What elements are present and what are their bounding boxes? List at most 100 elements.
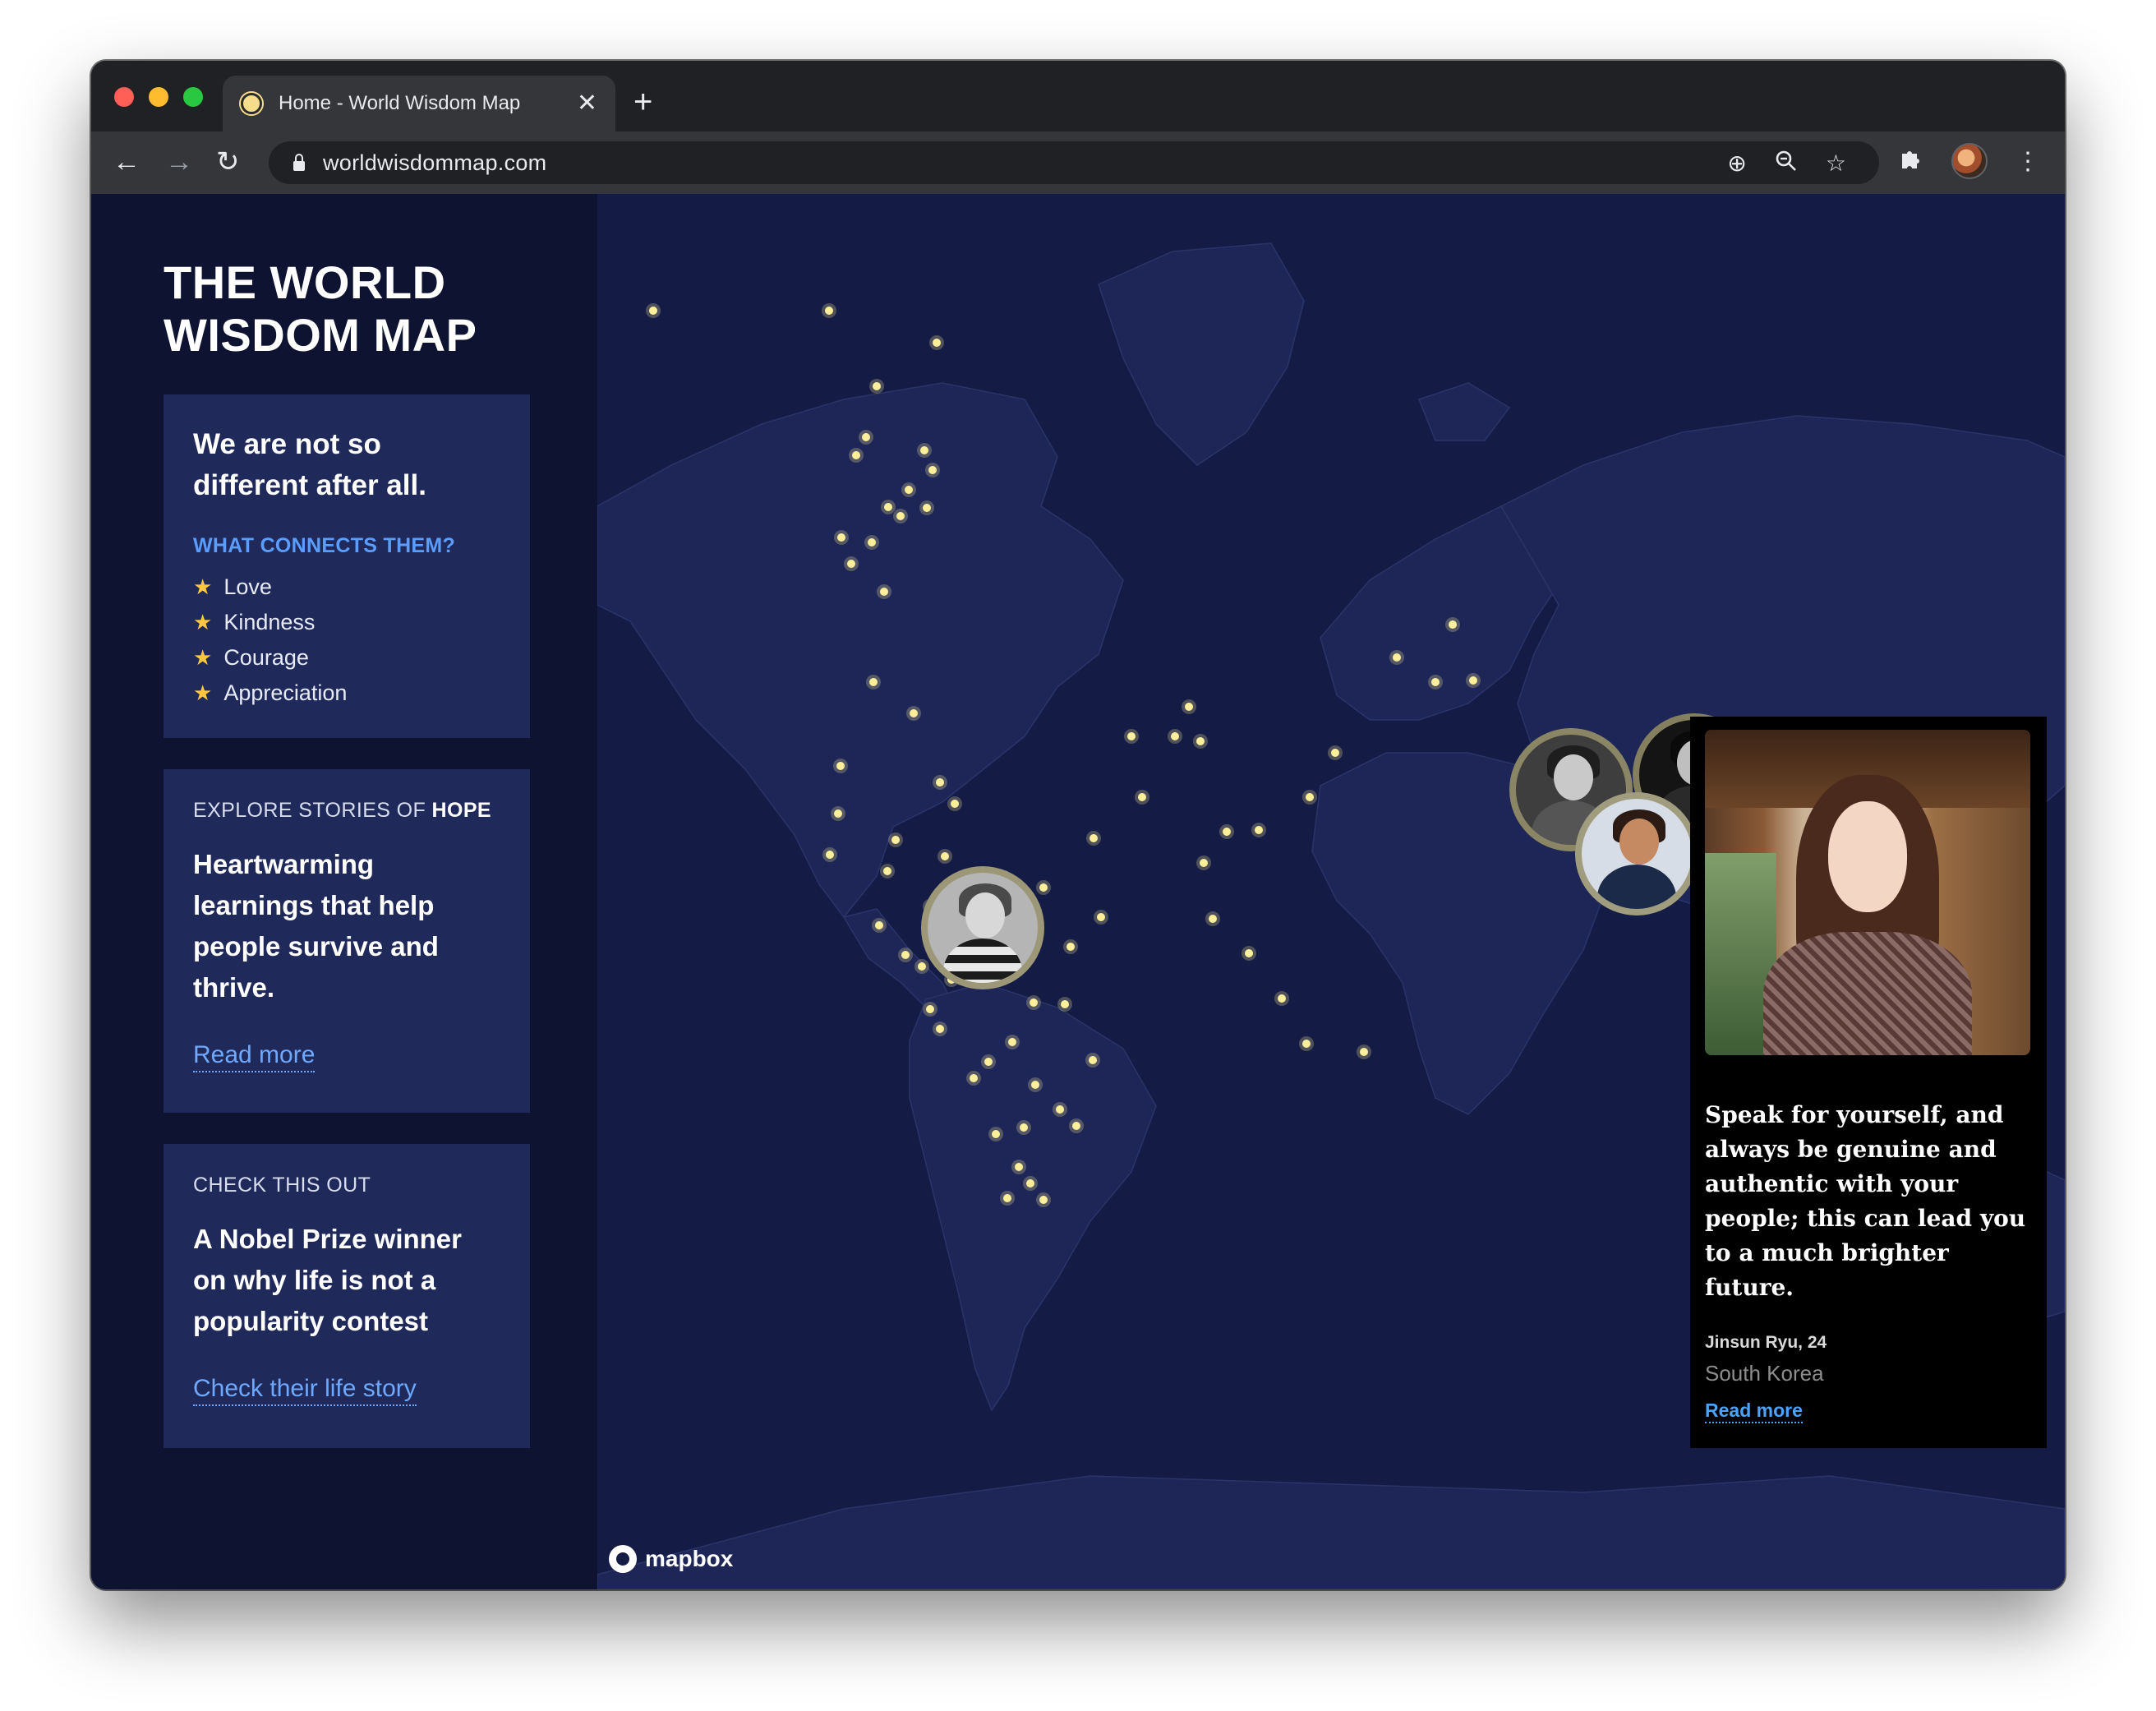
story-marker[interactable] — [1196, 737, 1205, 745]
story-marker[interactable] — [880, 588, 888, 596]
site-title-line1: THE WORLD — [164, 256, 446, 308]
mapbox-attribution[interactable]: mapbox — [609, 1545, 733, 1573]
story-marker[interactable] — [847, 560, 855, 568]
story-marker[interactable] — [1039, 883, 1048, 892]
back-arrow-icon[interactable]: ← — [113, 148, 141, 176]
story-marker[interactable] — [920, 446, 928, 454]
story-marker[interactable] — [1056, 1105, 1064, 1114]
story-marker[interactable] — [862, 433, 870, 441]
story-marker[interactable] — [1171, 732, 1179, 740]
hope-read-more-link[interactable]: Read more — [193, 1041, 316, 1072]
story-marker[interactable] — [923, 504, 931, 512]
story-marker[interactable] — [836, 762, 845, 770]
reload-icon[interactable]: ↻ — [216, 148, 240, 176]
story-marker[interactable] — [1255, 826, 1263, 834]
story-marker[interactable] — [1003, 1194, 1011, 1202]
window-controls — [114, 87, 203, 107]
story-marker[interactable] — [928, 466, 937, 474]
story-marker[interactable] — [933, 339, 941, 347]
story-marker[interactable] — [1127, 732, 1136, 740]
story-marker[interactable] — [896, 512, 905, 520]
story-marker[interactable] — [1245, 949, 1253, 957]
address-bar[interactable]: worldwisdommap.com ⊕ ☆ — [269, 141, 1879, 184]
connect-heading: We are not so different after all. — [193, 428, 426, 501]
story-marker[interactable] — [852, 451, 860, 459]
minimize-window-button[interactable] — [149, 87, 168, 107]
story-marker[interactable] — [1008, 1038, 1016, 1046]
story-marker[interactable] — [1072, 1122, 1080, 1130]
story-marker[interactable] — [873, 382, 881, 390]
story-marker[interactable] — [1066, 943, 1075, 951]
story-marker[interactable] — [1200, 859, 1208, 867]
story-marker[interactable] — [875, 921, 883, 929]
story-marker[interactable] — [992, 1130, 1000, 1138]
bookmark-star-icon[interactable]: ☆ — [1826, 150, 1846, 178]
maximize-window-button[interactable] — [183, 87, 203, 107]
story-marker[interactable] — [910, 709, 918, 717]
story-marker[interactable] — [883, 867, 891, 875]
story-marker[interactable] — [1089, 1056, 1097, 1064]
story-marker[interactable] — [951, 800, 959, 808]
close-window-button[interactable] — [114, 87, 134, 107]
story-marker[interactable] — [1469, 676, 1477, 685]
site-title[interactable]: THE WORLD WISDOM MAP — [164, 256, 477, 362]
tab-home[interactable]: Home - World Wisdom Map ✕ — [223, 76, 615, 131]
story-marker[interactable] — [901, 951, 910, 959]
story-marker[interactable] — [1020, 1123, 1028, 1132]
story-marker[interactable] — [984, 1058, 993, 1066]
story-portrait-americas[interactable] — [921, 866, 1044, 989]
story-marker[interactable] — [1039, 1196, 1048, 1204]
story-marker[interactable] — [905, 486, 913, 494]
story-marker[interactable] — [891, 836, 900, 844]
site-favicon-icon — [241, 93, 262, 114]
story-marker[interactable] — [1360, 1048, 1368, 1056]
story-marker[interactable] — [926, 1005, 934, 1013]
story-marker[interactable] — [868, 538, 876, 547]
story-marker[interactable] — [936, 778, 944, 786]
story-marker[interactable] — [884, 503, 892, 511]
star-icon: ★ — [193, 610, 213, 634]
story-marker[interactable] — [1138, 793, 1146, 801]
new-tab-button[interactable]: + — [633, 85, 652, 118]
zoom-icon[interactable] — [1775, 150, 1798, 178]
extensions-puzzle-icon[interactable] — [1899, 145, 1923, 177]
life-story-link[interactable]: Check their life story — [193, 1375, 417, 1406]
lock-icon[interactable] — [293, 154, 305, 171]
story-marker[interactable] — [1015, 1163, 1023, 1171]
story-marker[interactable] — [1031, 1081, 1039, 1089]
story-read-more-link[interactable]: Read more — [1705, 1400, 1803, 1423]
story-marker[interactable] — [1306, 793, 1314, 801]
forward-arrow-icon[interactable]: → — [165, 148, 193, 176]
story-portrait-middle-east[interactable] — [1575, 792, 1698, 915]
story-marker[interactable] — [1278, 994, 1286, 1003]
story-marker[interactable] — [1302, 1040, 1311, 1048]
story-marker[interactable] — [1223, 828, 1231, 836]
story-marker[interactable] — [1393, 653, 1401, 662]
story-marker[interactable] — [825, 307, 833, 315]
story-marker[interactable] — [918, 962, 926, 971]
story-marker[interactable] — [1090, 834, 1098, 842]
story-marker[interactable] — [970, 1074, 978, 1082]
story-marker[interactable] — [834, 809, 842, 818]
story-marker[interactable] — [941, 852, 949, 860]
install-app-icon[interactable]: ⊕ — [1727, 150, 1746, 178]
story-marker[interactable] — [1209, 915, 1217, 923]
story-marker[interactable] — [1097, 913, 1105, 921]
story-marker[interactable] — [1030, 998, 1038, 1007]
story-marker[interactable] — [1331, 749, 1339, 757]
story-marker[interactable] — [1026, 1179, 1034, 1188]
close-tab-icon[interactable]: ✕ — [577, 91, 597, 116]
story-marker[interactable] — [649, 307, 657, 315]
story-marker[interactable] — [869, 678, 878, 686]
toolbar-right: ⋮ — [1899, 143, 2040, 179]
url-text[interactable]: worldwisdommap.com — [323, 150, 546, 176]
story-marker[interactable] — [1061, 1000, 1069, 1008]
story-marker[interactable] — [826, 851, 834, 859]
story-marker[interactable] — [1185, 703, 1193, 711]
story-marker[interactable] — [837, 533, 845, 542]
story-marker[interactable] — [1449, 620, 1457, 629]
profile-avatar[interactable] — [1951, 143, 1988, 179]
story-marker[interactable] — [936, 1025, 944, 1033]
story-marker[interactable] — [1431, 678, 1440, 686]
more-menu-icon[interactable]: ⋮ — [2015, 147, 2040, 176]
